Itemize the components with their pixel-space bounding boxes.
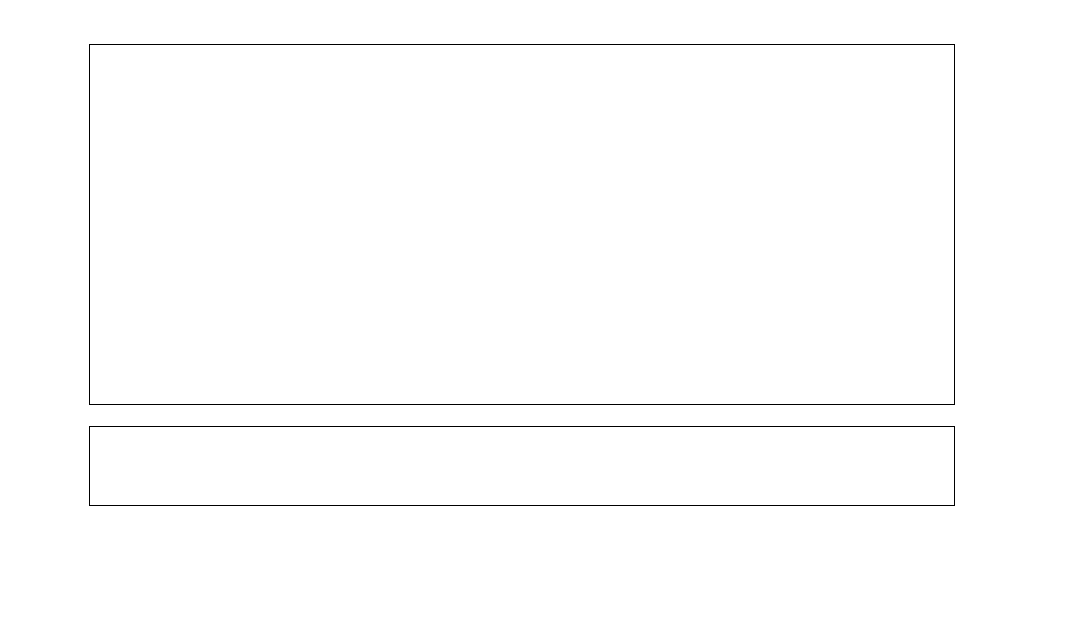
sfc-panel-border [89,44,955,405]
lfc-colorbar [966,428,979,503]
lfc-panel-border [89,426,955,506]
plot-figure [0,0,1083,620]
sfc-colorbar [966,47,979,403]
